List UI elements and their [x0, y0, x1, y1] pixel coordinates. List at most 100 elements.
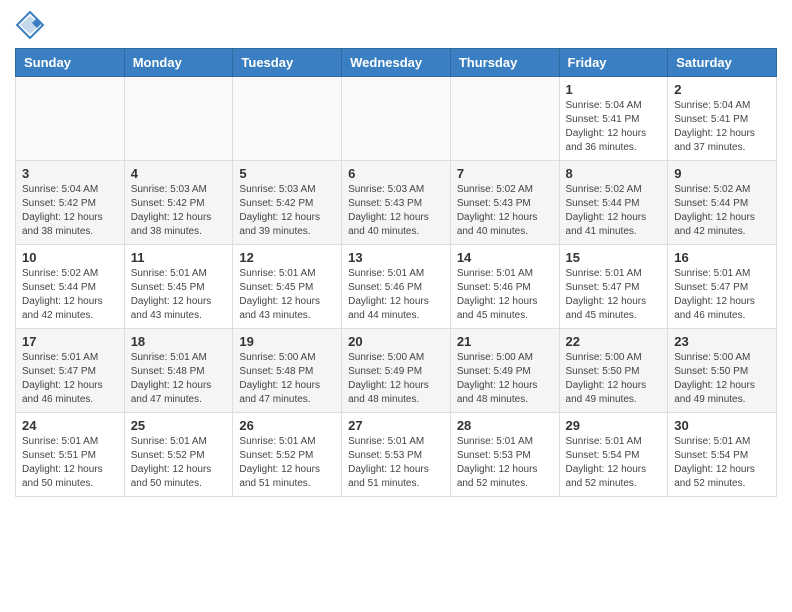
calendar-cell: 10 Sunrise: 5:02 AM Sunset: 5:44 PM Dayli…: [16, 245, 125, 329]
day-number: 20: [348, 334, 444, 349]
calendar-cell: 18 Sunrise: 5:01 AM Sunset: 5:48 PM Dayli…: [124, 329, 233, 413]
calendar-cell: 4 Sunrise: 5:03 AM Sunset: 5:42 PM Daylig…: [124, 161, 233, 245]
day-number: 24: [22, 418, 118, 433]
day-number: 10: [22, 250, 118, 265]
calendar-cell: [342, 77, 451, 161]
calendar-cell: 23 Sunrise: 5:00 AM Sunset: 5:50 PM Dayli…: [668, 329, 777, 413]
day-info: Sunrise: 5:01 AM Sunset: 5:54 PM Dayligh…: [566, 435, 662, 491]
header: [15, 10, 777, 40]
day-number: 16: [674, 250, 770, 265]
calendar-cell: 15 Sunrise: 5:01 AM Sunset: 5:47 PM Dayli…: [559, 245, 668, 329]
day-info: Sunrise: 5:00 AM Sunset: 5:48 PM Dayligh…: [239, 351, 335, 407]
day-info: Sunrise: 5:01 AM Sunset: 5:45 PM Dayligh…: [131, 267, 227, 323]
day-number: 5: [239, 166, 335, 181]
day-info: Sunrise: 5:02 AM Sunset: 5:44 PM Dayligh…: [566, 183, 662, 239]
calendar-header-row: SundayMondayTuesdayWednesdayThursdayFrid…: [16, 49, 777, 77]
day-number: 6: [348, 166, 444, 181]
column-header-monday: Monday: [124, 49, 233, 77]
day-info: Sunrise: 5:01 AM Sunset: 5:46 PM Dayligh…: [348, 267, 444, 323]
calendar-cell: [124, 77, 233, 161]
day-number: 13: [348, 250, 444, 265]
day-info: Sunrise: 5:04 AM Sunset: 5:41 PM Dayligh…: [566, 99, 662, 155]
calendar-cell: 13 Sunrise: 5:01 AM Sunset: 5:46 PM Dayli…: [342, 245, 451, 329]
calendar-cell: 14Sunrise: 5:01 AM Sunset: 5:46 PM Dayli…: [450, 245, 559, 329]
calendar-cell: 7 Sunrise: 5:02 AM Sunset: 5:43 PM Daylig…: [450, 161, 559, 245]
calendar-cell: 3Sunrise: 5:04 AM Sunset: 5:42 PM Daylig…: [16, 161, 125, 245]
day-number: 17: [22, 334, 118, 349]
day-info: Sunrise: 5:00 AM Sunset: 5:49 PM Dayligh…: [348, 351, 444, 407]
calendar-week-row: 3Sunrise: 5:04 AM Sunset: 5:42 PM Daylig…: [16, 161, 777, 245]
day-info: Sunrise: 5:00 AM Sunset: 5:50 PM Dayligh…: [674, 351, 770, 407]
calendar-cell: 2 Sunrise: 5:04 AM Sunset: 5:41 PM Daylig…: [668, 77, 777, 161]
day-number: 4: [131, 166, 227, 181]
day-info: Sunrise: 5:02 AM Sunset: 5:43 PM Dayligh…: [457, 183, 553, 239]
calendar-cell: 5Sunrise: 5:03 AM Sunset: 5:42 PM Daylig…: [233, 161, 342, 245]
calendar-cell: 24 Sunrise: 5:01 AM Sunset: 5:51 PM Dayli…: [16, 413, 125, 497]
day-info: Sunrise: 5:01 AM Sunset: 5:47 PM Dayligh…: [566, 267, 662, 323]
calendar-cell: [450, 77, 559, 161]
day-info: Sunrise: 5:01 AM Sunset: 5:48 PM Dayligh…: [131, 351, 227, 407]
column-header-wednesday: Wednesday: [342, 49, 451, 77]
day-number: 7: [457, 166, 553, 181]
logo-icon: [15, 10, 45, 40]
calendar-cell: 9 Sunrise: 5:02 AM Sunset: 5:44 PM Daylig…: [668, 161, 777, 245]
day-info: Sunrise: 5:01 AM Sunset: 5:52 PM Dayligh…: [131, 435, 227, 491]
day-number: 11: [131, 250, 227, 265]
calendar-cell: 21 Sunrise: 5:00 AM Sunset: 5:49 PM Dayli…: [450, 329, 559, 413]
day-info: Sunrise: 5:01 AM Sunset: 5:52 PM Dayligh…: [239, 435, 335, 491]
column-header-saturday: Saturday: [668, 49, 777, 77]
day-info: Sunrise: 5:01 AM Sunset: 5:53 PM Dayligh…: [348, 435, 444, 491]
day-info: Sunrise: 5:03 AM Sunset: 5:43 PM Dayligh…: [348, 183, 444, 239]
calendar-week-row: 17 Sunrise: 5:01 AM Sunset: 5:47 PM Dayli…: [16, 329, 777, 413]
calendar-cell: 28 Sunrise: 5:01 AM Sunset: 5:53 PM Dayli…: [450, 413, 559, 497]
day-number: 28: [457, 418, 553, 433]
page-container: SundayMondayTuesdayWednesdayThursdayFrid…: [0, 0, 792, 512]
day-info: Sunrise: 5:00 AM Sunset: 5:49 PM Dayligh…: [457, 351, 553, 407]
column-header-thursday: Thursday: [450, 49, 559, 77]
day-info: Sunrise: 5:02 AM Sunset: 5:44 PM Dayligh…: [674, 183, 770, 239]
day-number: 18: [131, 334, 227, 349]
calendar-cell: 30Sunrise: 5:01 AM Sunset: 5:54 PM Dayli…: [668, 413, 777, 497]
day-info: Sunrise: 5:01 AM Sunset: 5:47 PM Dayligh…: [674, 267, 770, 323]
calendar-cell: 17 Sunrise: 5:01 AM Sunset: 5:47 PM Dayli…: [16, 329, 125, 413]
column-header-sunday: Sunday: [16, 49, 125, 77]
calendar-cell: [16, 77, 125, 161]
calendar-week-row: 10 Sunrise: 5:02 AM Sunset: 5:44 PM Dayli…: [16, 245, 777, 329]
column-header-tuesday: Tuesday: [233, 49, 342, 77]
day-number: 23: [674, 334, 770, 349]
day-number: 21: [457, 334, 553, 349]
day-info: Sunrise: 5:03 AM Sunset: 5:42 PM Dayligh…: [131, 183, 227, 239]
day-number: 15: [566, 250, 662, 265]
calendar-week-row: 1 Sunrise: 5:04 AM Sunset: 5:41 PM Daylig…: [16, 77, 777, 161]
day-number: 29: [566, 418, 662, 433]
day-info: Sunrise: 5:01 AM Sunset: 5:53 PM Dayligh…: [457, 435, 553, 491]
day-info: Sunrise: 5:02 AM Sunset: 5:44 PM Dayligh…: [22, 267, 118, 323]
calendar-table: SundayMondayTuesdayWednesdayThursdayFrid…: [15, 48, 777, 497]
day-number: 1: [566, 82, 662, 97]
calendar-cell: 1 Sunrise: 5:04 AM Sunset: 5:41 PM Daylig…: [559, 77, 668, 161]
day-info: Sunrise: 5:01 AM Sunset: 5:51 PM Dayligh…: [22, 435, 118, 491]
calendar-cell: 8Sunrise: 5:02 AM Sunset: 5:44 PM Daylig…: [559, 161, 668, 245]
column-header-friday: Friday: [559, 49, 668, 77]
day-info: Sunrise: 5:01 AM Sunset: 5:45 PM Dayligh…: [239, 267, 335, 323]
day-info: Sunrise: 5:04 AM Sunset: 5:41 PM Dayligh…: [674, 99, 770, 155]
calendar-cell: 25 Sunrise: 5:01 AM Sunset: 5:52 PM Dayli…: [124, 413, 233, 497]
calendar-cell: 12 Sunrise: 5:01 AM Sunset: 5:45 PM Dayli…: [233, 245, 342, 329]
day-number: 27: [348, 418, 444, 433]
day-info: Sunrise: 5:01 AM Sunset: 5:47 PM Dayligh…: [22, 351, 118, 407]
day-number: 2: [674, 82, 770, 97]
calendar-week-row: 24 Sunrise: 5:01 AM Sunset: 5:51 PM Dayli…: [16, 413, 777, 497]
logo: [15, 10, 47, 40]
day-number: 14: [457, 250, 553, 265]
day-info: Sunrise: 5:00 AM Sunset: 5:50 PM Dayligh…: [566, 351, 662, 407]
calendar-cell: 29 Sunrise: 5:01 AM Sunset: 5:54 PM Dayli…: [559, 413, 668, 497]
calendar-cell: 19Sunrise: 5:00 AM Sunset: 5:48 PM Dayli…: [233, 329, 342, 413]
day-info: Sunrise: 5:04 AM Sunset: 5:42 PM Dayligh…: [22, 183, 118, 239]
calendar-cell: 22Sunrise: 5:00 AM Sunset: 5:50 PM Dayli…: [559, 329, 668, 413]
day-number: 12: [239, 250, 335, 265]
calendar-cell: 26Sunrise: 5:01 AM Sunset: 5:52 PM Dayli…: [233, 413, 342, 497]
day-number: 25: [131, 418, 227, 433]
day-number: 9: [674, 166, 770, 181]
day-number: 30: [674, 418, 770, 433]
calendar-cell: 20 Sunrise: 5:00 AM Sunset: 5:49 PM Dayli…: [342, 329, 451, 413]
